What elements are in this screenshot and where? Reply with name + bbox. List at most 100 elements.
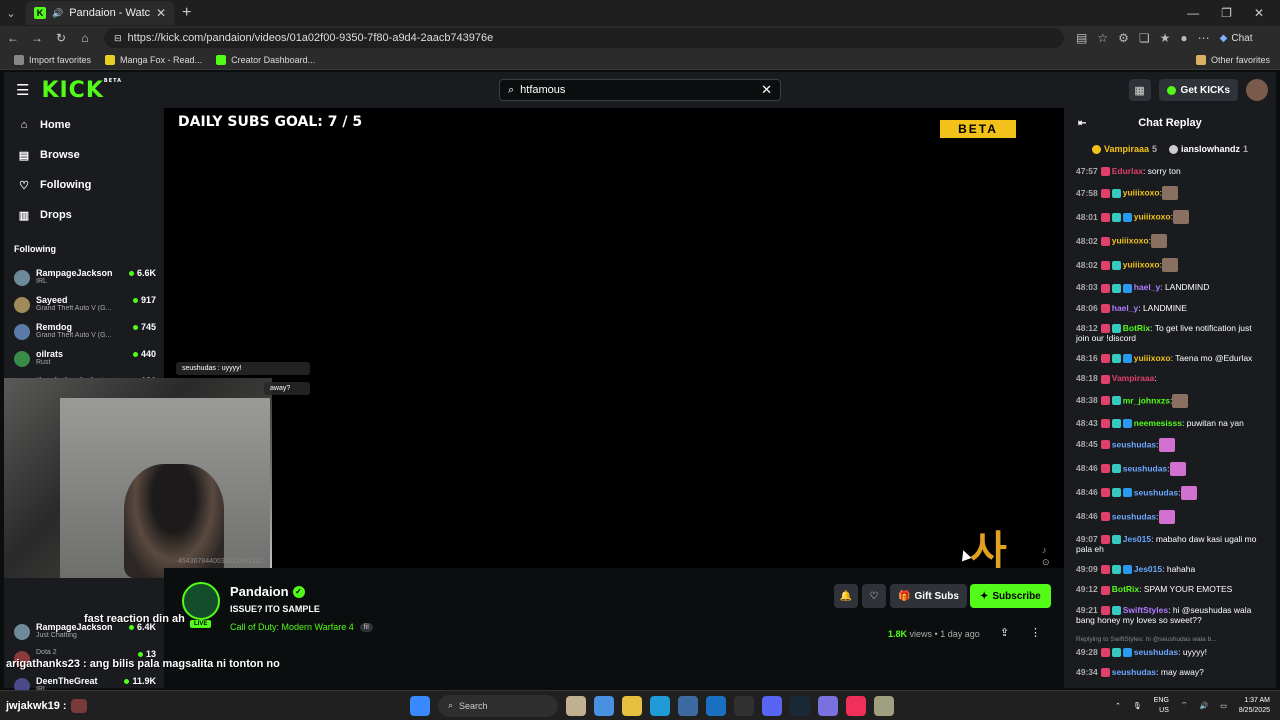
channel-name[interactable]: Pandaion ✓ <box>230 584 305 599</box>
chat-username[interactable]: yuiiixoxo <box>1123 260 1160 270</box>
get-kicks-button[interactable]: Get KICKs <box>1158 79 1238 101</box>
extensions-icon[interactable]: ⚙ <box>1118 31 1129 45</box>
obs-icon[interactable] <box>734 695 754 716</box>
tab-actions-icon[interactable]: ⌄ <box>0 3 22 23</box>
sidebar-item-following[interactable]: ♡ Following <box>4 170 164 200</box>
chat-username[interactable]: hael_y <box>1134 282 1160 292</box>
chat-username[interactable]: Jes015 <box>1123 534 1151 544</box>
other-favorites[interactable]: Other favorites <box>1195 54 1270 65</box>
following-channel[interactable]: oilrats Rust 440 <box>4 343 164 370</box>
user-avatar[interactable] <box>1246 79 1268 101</box>
following-channel[interactable]: RampageJackson IRL 6.6K <box>4 262 164 289</box>
subscribe-button[interactable]: ✦ Subscribe <box>970 584 1051 608</box>
chat-username[interactable]: yuiiixoxo <box>1123 188 1160 198</box>
search-input[interactable]: ⌕ htfamous ✕ <box>499 79 781 101</box>
forward-icon[interactable]: → <box>26 31 48 45</box>
chat-username[interactable]: yuiiixoxo <box>1134 353 1171 363</box>
task-view-icon[interactable] <box>566 695 586 716</box>
chat-username[interactable]: BotRix <box>1123 323 1150 333</box>
following-channel[interactable]: Remdog Grand Theft Auto V (G... 745 <box>4 316 164 343</box>
discord-alt-icon[interactable] <box>818 695 838 716</box>
kick-logo[interactable]: KICKBETA <box>41 78 122 103</box>
chat-username[interactable]: yuiiixoxo <box>1112 236 1149 246</box>
chat-username[interactable]: Edurlax <box>1112 166 1143 176</box>
sidebar-item-home[interactable]: ⌂ Home <box>4 110 164 140</box>
wifi-icon[interactable]: ⌔ <box>1181 701 1188 710</box>
steam-icon[interactable] <box>790 695 810 716</box>
collections-icon[interactable]: ❏ <box>1139 31 1150 45</box>
language-tag[interactable]: fil <box>359 622 373 632</box>
collapse-chat-icon[interactable]: ⇤ <box>1078 118 1086 129</box>
back-icon[interactable]: ← <box>2 31 24 45</box>
chat-username[interactable]: Jes015 <box>1134 564 1162 574</box>
chat-username[interactable]: seushudas <box>1112 511 1156 521</box>
favorite-star-icon[interactable]: ☆ <box>1097 31 1108 45</box>
favorite-import[interactable]: Import favorites <box>14 54 91 65</box>
chat-username[interactable]: SwiftStyles <box>1123 605 1168 615</box>
language-indicator[interactable]: ENG US <box>1154 696 1169 716</box>
chat-username[interactable]: BotRix <box>1112 584 1139 594</box>
notepad-icon[interactable] <box>874 695 894 716</box>
chat-username[interactable]: mr_johnxzs <box>1123 395 1170 405</box>
widgets-icon[interactable] <box>594 695 614 716</box>
reader-icon[interactable]: ▤ <box>1076 31 1087 45</box>
windows-start-icon[interactable] <box>410 695 430 716</box>
chat-username[interactable]: seushudas <box>1123 463 1167 473</box>
edge-icon[interactable] <box>650 695 670 716</box>
favorite-creator-dashboard[interactable]: Creator Dashboard... <box>216 54 315 65</box>
sidebar-item-browse[interactable]: ▤ Browse <box>4 140 164 170</box>
favorites-icon[interactable]: ★ <box>1160 31 1171 45</box>
discord-icon[interactable] <box>762 695 782 716</box>
gift-subs-button[interactable]: 🎁 Gift Subs <box>890 584 967 608</box>
tray-chevron-icon[interactable]: ⌃ <box>1115 702 1121 710</box>
leaderboard-entry[interactable]: ianslowhandz 1 <box>1169 144 1248 154</box>
volume-icon[interactable]: 🔊 <box>1200 702 1209 710</box>
chat-username[interactable]: seushudas <box>1134 647 1178 657</box>
battery-icon[interactable]: ▭ <box>1220 702 1227 710</box>
share-icon[interactable]: ⇪ <box>1000 626 1009 639</box>
site-info-icon[interactable]: ⊟ <box>114 33 122 44</box>
favorite-manga-fox[interactable]: Manga Fox - Read... <box>105 54 202 65</box>
browser-tab[interactable]: K 🔊 Pandaion - Watch the VOD o ✕ <box>26 1 174 25</box>
chat-username[interactable]: neemesisss <box>1134 418 1182 428</box>
chat-username[interactable]: seushudas <box>1112 439 1156 449</box>
leaderboard-entry[interactable]: Vampiraaa 5 <box>1091 144 1157 154</box>
refresh-icon[interactable]: ↻ <box>50 31 72 45</box>
chat-username[interactable]: seushudas <box>1112 667 1156 677</box>
file-explorer-icon[interactable] <box>622 695 642 716</box>
close-tab-icon[interactable]: ✕ <box>156 6 166 20</box>
hamburger-menu-icon[interactable]: ☰ <box>16 81 29 99</box>
copilot-chat-button[interactable]: ◆ Chat <box>1220 33 1253 44</box>
more-options-icon[interactable]: ⋮ <box>1030 626 1041 639</box>
new-tab-button[interactable]: + <box>182 4 191 22</box>
sidebar-item-drops[interactable]: ▥ Drops <box>4 200 164 230</box>
chat-username[interactable]: Vampiraaa <box>1112 373 1155 383</box>
close-window-icon[interactable]: ✕ <box>1254 6 1264 20</box>
home-browser-icon[interactable]: ⌂ <box>74 31 96 45</box>
dashboard-icon[interactable]: ▦ <box>1128 79 1151 101</box>
music-icon[interactable] <box>846 695 866 716</box>
outlook-icon[interactable] <box>706 695 726 716</box>
taskbar-search[interactable]: ⌕ Search <box>438 694 558 717</box>
video-player[interactable]: DAILY SUBS GOAL: 7 / 5 BETA seushudas : … <box>4 108 1064 578</box>
chat-username[interactable]: seushudas <box>1134 487 1178 497</box>
clear-search-icon[interactable]: ✕ <box>761 82 772 98</box>
chat-username[interactable]: hael_y <box>1112 303 1138 313</box>
store-icon[interactable] <box>678 695 698 716</box>
stream-category[interactable]: Call of Duty: Modern Warfare 4 fil <box>230 622 373 632</box>
following-channel[interactable]: Sayeed Grand Theft Auto V (G... 917 <box>4 289 164 316</box>
speaker-icon[interactable]: 🔊 <box>52 8 63 19</box>
settings-icon[interactable]: ⊙ <box>1042 556 1050 568</box>
microphone-icon[interactable]: ♪ <box>1042 544 1050 556</box>
notification-bell-button[interactable]: 🔔 <box>834 584 858 608</box>
maximize-icon[interactable]: ❐ <box>1221 6 1232 20</box>
minimize-icon[interactable]: — <box>1187 6 1199 20</box>
channel-avatar[interactable] <box>182 582 220 620</box>
follow-heart-button[interactable]: ♡ <box>862 584 886 608</box>
microphone-tray-icon[interactable]: 🎙 <box>1133 702 1142 710</box>
url-field[interactable]: ⊟ https://kick.com/pandaion/videos/01a02… <box>104 28 1064 48</box>
menu-dots-icon[interactable]: ⋯ <box>1198 31 1210 45</box>
profile-icon[interactable]: ● <box>1180 31 1187 45</box>
chat-username[interactable]: yuiiixoxo <box>1134 212 1171 222</box>
clock[interactable]: 1:37 AM 8/25/2025 <box>1239 696 1270 716</box>
